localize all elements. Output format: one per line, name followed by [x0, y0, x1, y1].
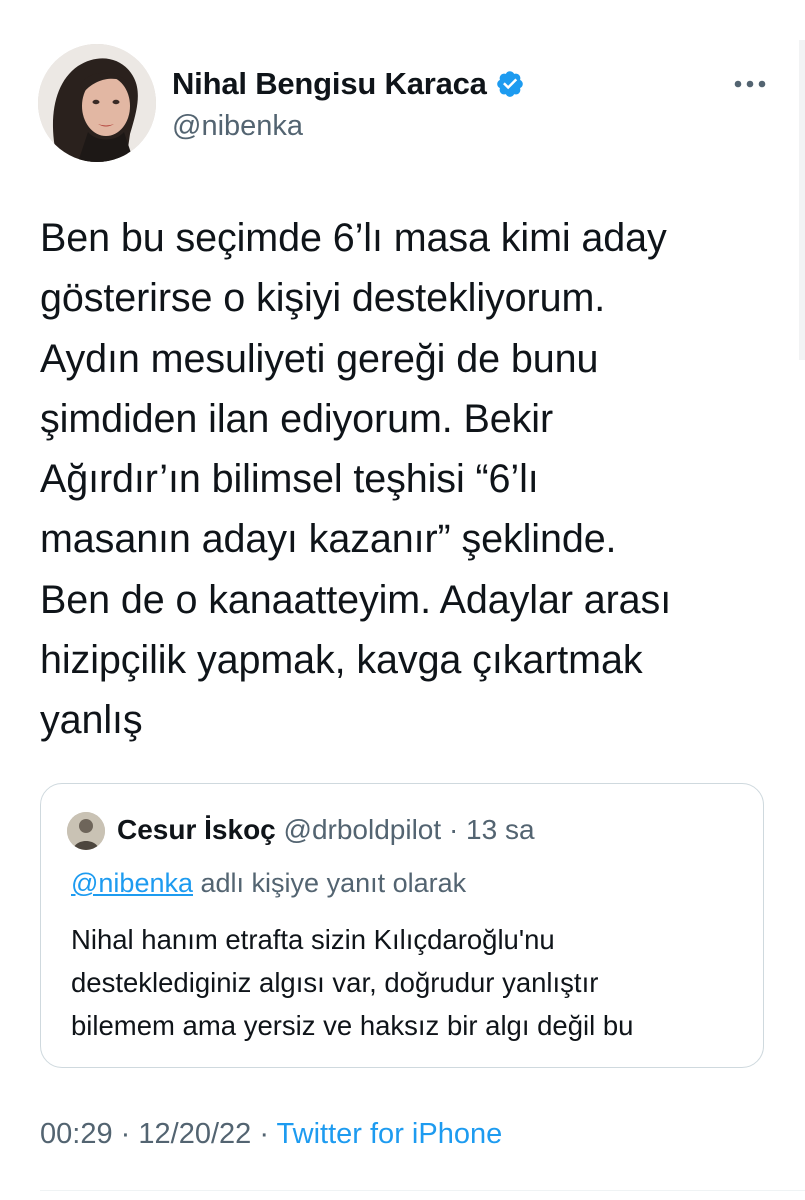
tweet-date[interactable]: 12/20/22: [138, 1118, 251, 1150]
tweet-source-link[interactable]: Twitter for iPhone: [277, 1118, 503, 1150]
author-avatar[interactable]: [38, 44, 156, 162]
reply-context-text: adlı kişiye yanıt olarak: [200, 868, 467, 898]
tweet-text-line: gösterirse o kişiyi destekliyorum.: [40, 276, 606, 321]
quoted-author-handle[interactable]: @drboldpilot: [284, 814, 442, 845]
tweet-text-line: Ağırdır’ın bilimsel teşhisi “6’lı: [40, 457, 539, 502]
quoted-author-avatar[interactable]: [67, 812, 105, 850]
meta-separator: ·: [259, 1118, 269, 1150]
tweet-text-line: yanlış: [40, 698, 143, 743]
tweet-text-line: Aydın mesuliyeti gereği de bunu: [40, 336, 599, 381]
author-handle[interactable]: @nibenka: [172, 110, 303, 143]
more-options-icon[interactable]: [732, 70, 768, 98]
quoted-separator: ·: [448, 814, 459, 845]
tweet-text: Ben bu seçimde 6’lı masa kimi aday göste…: [40, 208, 780, 751]
quoted-tweet[interactable]: Cesur İskoç @drboldpilot · 13 sa @nibenk…: [40, 783, 764, 1068]
quoted-author-name[interactable]: Cesur İskoç: [117, 814, 276, 845]
quoted-text-line: desteklediginiz algısı var, doğrudur yan…: [71, 967, 599, 998]
tweet-text-line: hizipçilik yapmak, kavga çıkartmak: [40, 638, 643, 683]
quoted-text-line: Nihal hanım etrafta sizin Kılıçdaroğlu'n…: [71, 924, 555, 955]
scroll-edge: [799, 40, 805, 360]
tweet-detail: Nihal Bengisu Karaca @nibenka Ben bu seç…: [0, 0, 805, 1200]
quoted-text-line: bilemem ama yersiz ve haksız bir algı de…: [71, 1010, 634, 1041]
author-name[interactable]: Nihal Bengisu Karaca: [172, 66, 525, 102]
reply-mention-link[interactable]: @nibenka: [71, 868, 193, 898]
tweet-time[interactable]: 00:29: [40, 1118, 113, 1150]
tweet-text-line: Ben bu seçimde 6’lı masa kimi aday: [40, 216, 667, 260]
divider: [40, 1190, 805, 1191]
tweet-text-line: şimdiden ilan ediyorum. Bekir: [40, 396, 554, 441]
quoted-header: Cesur İskoç @drboldpilot · 13 sa: [117, 814, 535, 846]
reply-context: @nibenka adlı kişiye yanıt olarak: [71, 868, 466, 899]
tweet-text-line: masanın adayı kazanır” şeklinde.: [40, 517, 617, 562]
quoted-tweet-text: Nihal hanım etrafta sizin Kılıçdaroğlu'n…: [71, 918, 741, 1047]
quoted-timestamp[interactable]: 13 sa: [466, 814, 535, 845]
verified-badge-icon: [496, 71, 523, 97]
meta-separator: ·: [120, 1118, 131, 1150]
tweet-metadata: 00:29 · 12/20/22 · Twitter for iPhone: [40, 1118, 502, 1151]
tweet-text-line: Ben de o kanaatteyim. Adaylar arası: [40, 577, 672, 622]
author-name-text[interactable]: Nihal Bengisu Karaca: [172, 66, 487, 102]
